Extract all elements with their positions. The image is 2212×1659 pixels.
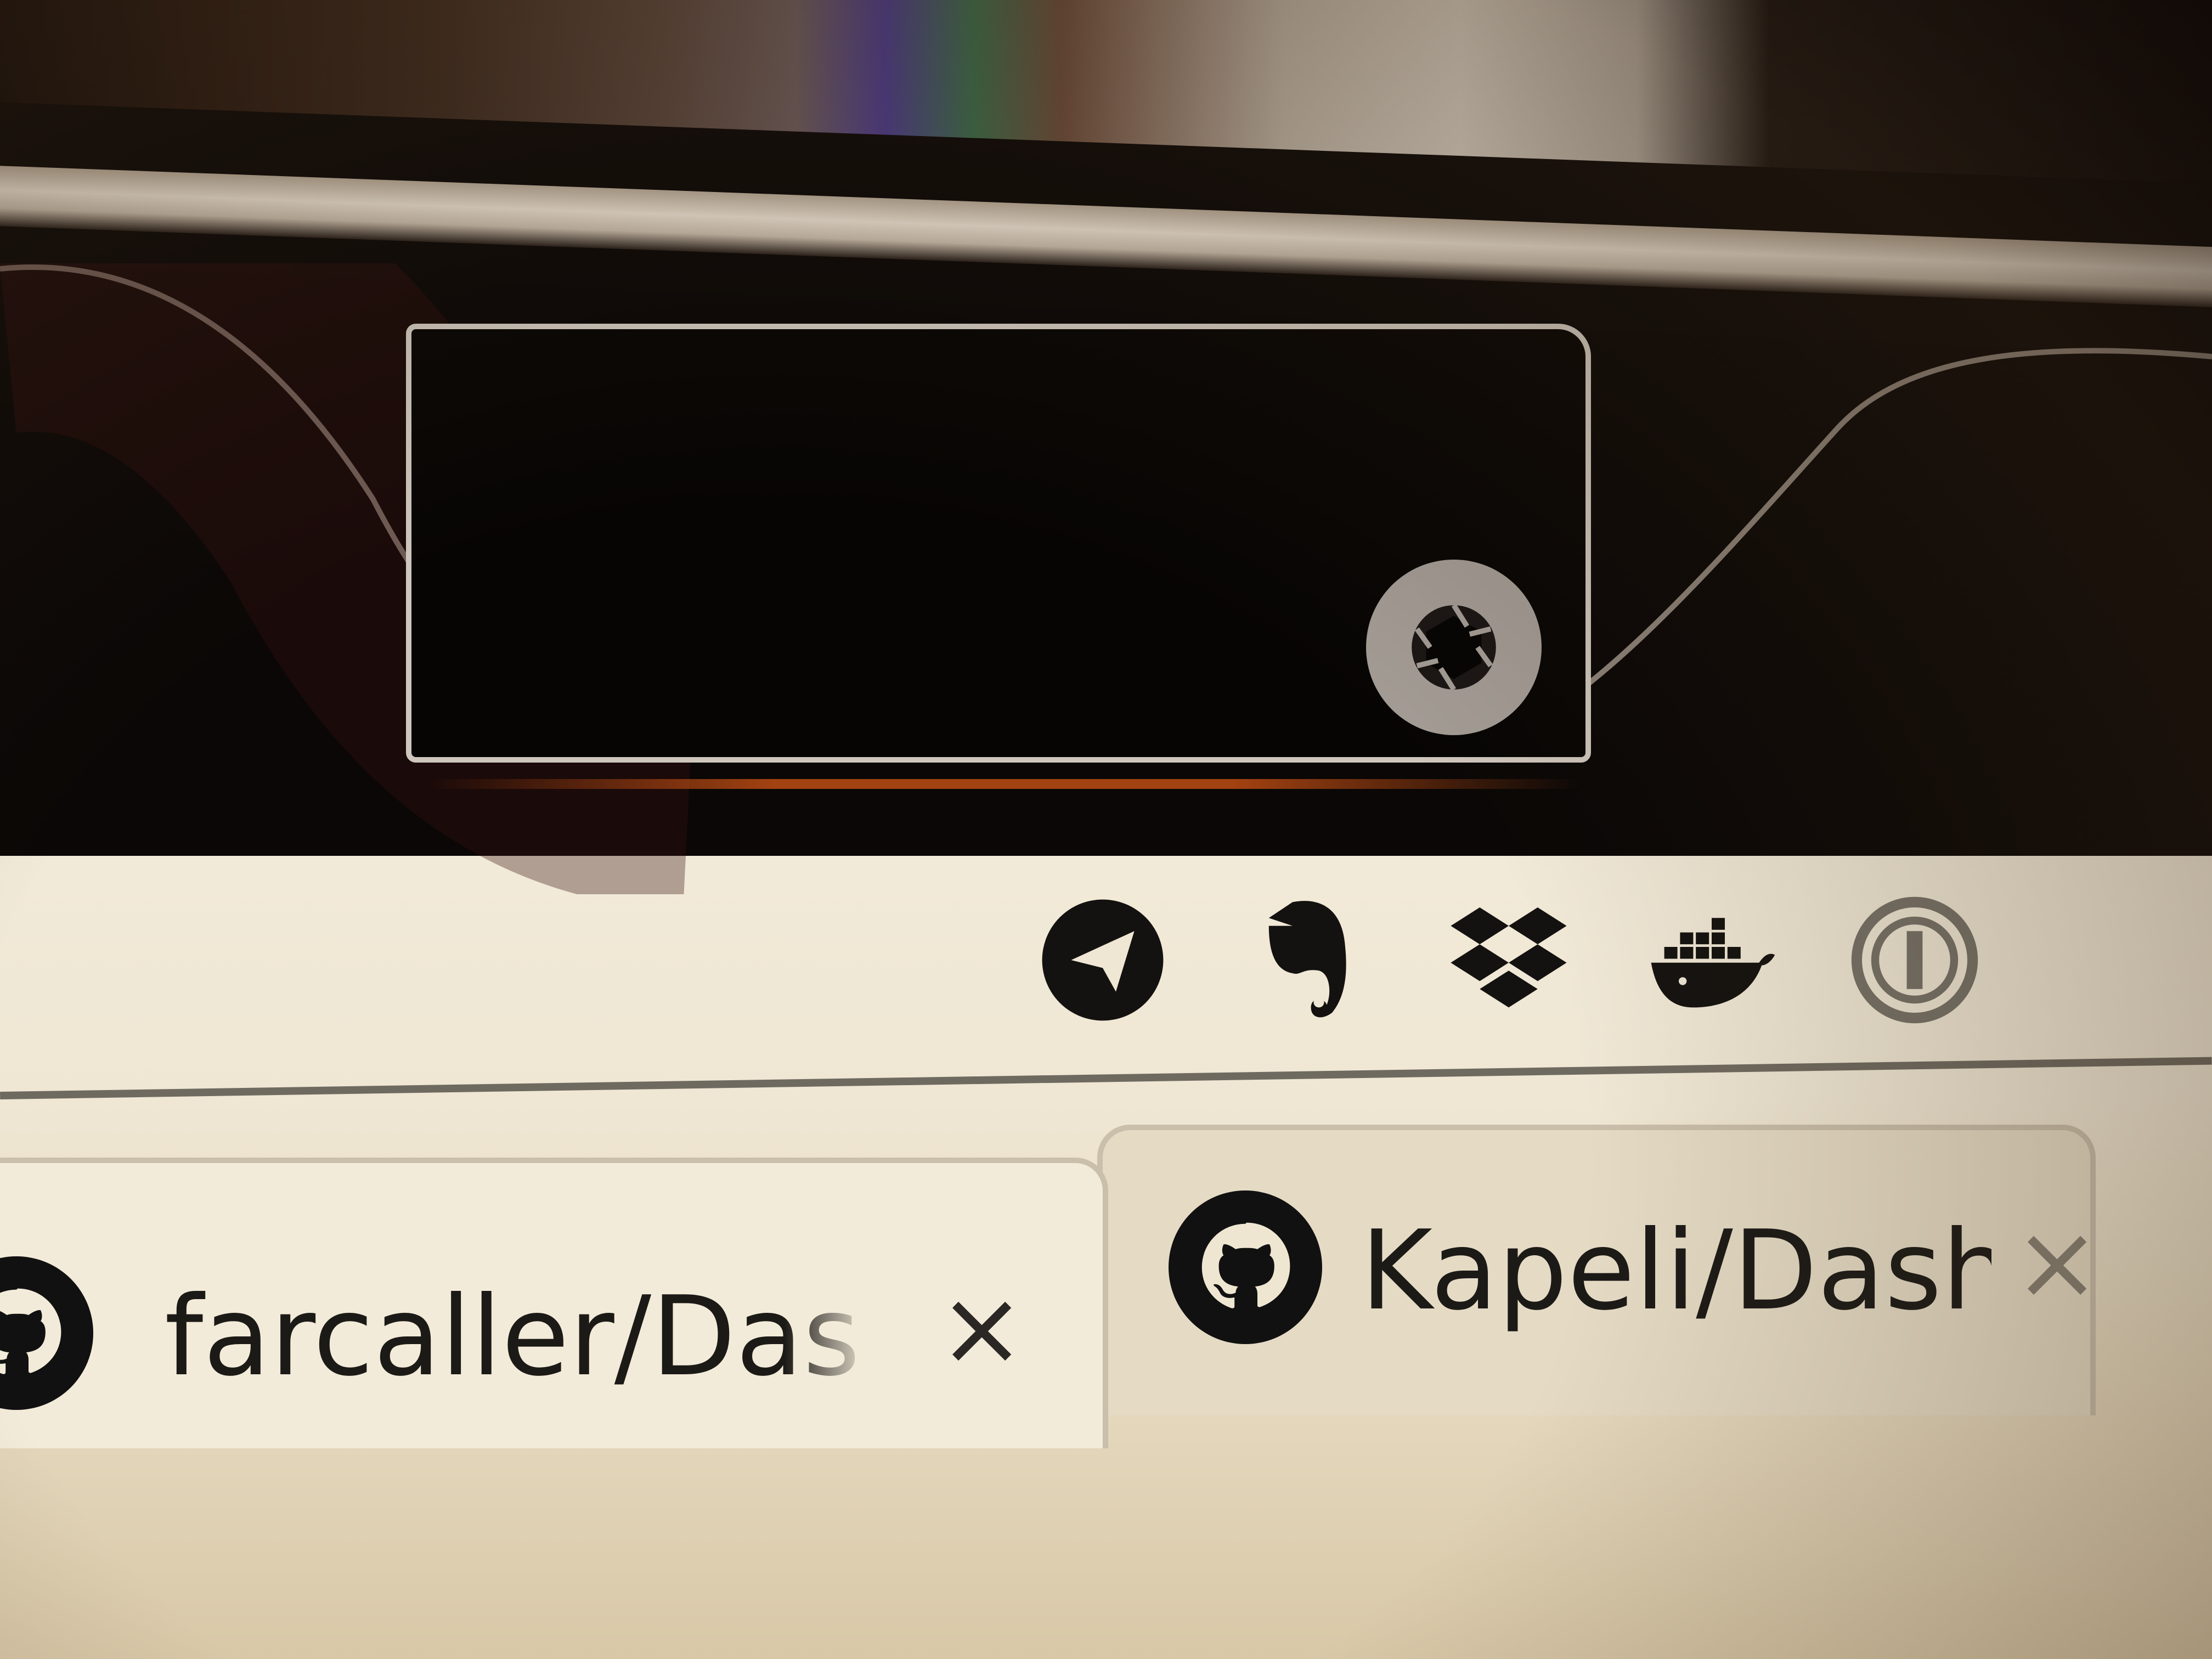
tab-label: Kapeli/Dash- — [1361, 1207, 1991, 1335]
docker-icon[interactable] — [1640, 889, 1783, 1031]
dropbox-icon[interactable] — [1437, 889, 1580, 1031]
1password-icon[interactable] — [1843, 889, 1986, 1031]
telegram-icon[interactable] — [1031, 889, 1174, 1031]
close-icon[interactable]: × — [2013, 1201, 2101, 1323]
github-icon — [0, 1256, 93, 1410]
evernote-icon[interactable] — [1234, 889, 1377, 1031]
close-icon[interactable]: × — [938, 1267, 1025, 1389]
tab-label-fade — [785, 1262, 872, 1404]
browser-tab-strip: Kapeli/Dash- × farcaller/Dash × — [0, 1125, 2212, 1465]
notch-reflection — [428, 779, 1580, 789]
github-icon — [1169, 1190, 1322, 1344]
tab-label: farcaller/Dash — [165, 1273, 856, 1401]
tab-farcaller-dash[interactable]: farcaller/Dash × — [0, 1158, 1108, 1448]
menubar-status-icons — [1031, 889, 1986, 1031]
camera-icon — [1366, 560, 1542, 735]
tab-kapeli-dash[interactable]: Kapeli/Dash- × — [1097, 1125, 2101, 1415]
